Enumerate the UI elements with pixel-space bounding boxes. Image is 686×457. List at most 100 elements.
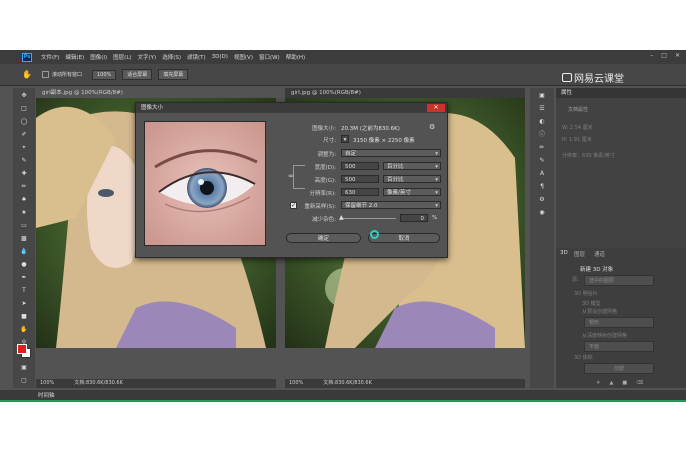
from-depth-radio[interactable]: 从深度映射创建网格 xyxy=(582,332,627,339)
gradient-tool-icon[interactable]: ▩ xyxy=(17,233,31,244)
create-button[interactable]: 创建 xyxy=(584,363,654,374)
hand-tool-icon[interactable]: ✋ xyxy=(17,324,31,335)
properties-panel-icon[interactable]: ☰ xyxy=(535,103,549,114)
resolution-unit-select[interactable]: 像素/英寸 xyxy=(383,188,441,197)
foreground-color-swatch[interactable] xyxy=(17,344,27,354)
dimensions-unit-toggle[interactable]: ▾ xyxy=(341,135,349,143)
menu-type[interactable]: 文字(Y) xyxy=(135,53,160,61)
screen-mode-icon[interactable]: ▢ xyxy=(17,375,31,386)
render-icon[interactable]: ■ xyxy=(622,380,627,386)
mesh-icon[interactable]: ▲ xyxy=(609,380,613,386)
doc-width: W: 2.54 厘米 xyxy=(562,125,593,131)
doc-size-readout: 文档:830.6K/830.6K xyxy=(74,380,123,386)
menu-image[interactable]: 图像(I) xyxy=(87,53,110,61)
minimize-icon[interactable]: – xyxy=(650,52,653,59)
zoom-100-button[interactable]: 100% xyxy=(91,69,117,80)
close-window-icon[interactable]: ✕ xyxy=(675,52,680,59)
shape-tool-icon[interactable]: ■ xyxy=(17,311,31,322)
menu-file[interactable]: 文件(F) xyxy=(38,53,62,61)
height-input[interactable]: 500 xyxy=(341,175,379,183)
brush-panel-icon[interactable]: ✏ xyxy=(535,142,549,153)
dimensions-value: 3150 像素 × 2250 像素 xyxy=(353,138,415,144)
postcard-radio[interactable]: 3D 明信片 xyxy=(574,290,598,297)
doc-resolution: 分辨率：630 像素/英寸 xyxy=(562,153,615,159)
ok-button[interactable]: 确定 xyxy=(286,233,361,243)
height-unit-select[interactable]: 百分比 xyxy=(383,175,441,184)
fill-screen-button[interactable]: 填充屏幕 xyxy=(158,69,189,80)
tool-presets-icon[interactable]: ⚙ xyxy=(535,194,549,205)
fit-to-select[interactable]: 自定 xyxy=(341,149,441,158)
fit-screen-button[interactable]: 适合屏幕 xyxy=(122,69,153,80)
lasso-tool-icon[interactable]: ◯ xyxy=(17,116,31,127)
healing-brush-tool-icon[interactable]: ✚ xyxy=(17,168,31,179)
image-size-label: 图像大小: xyxy=(312,126,336,132)
model-label: 3D 模型 xyxy=(582,301,601,307)
watermark-text: 网易云课堂 xyxy=(574,74,624,85)
history-panel-icon[interactable]: ▣ xyxy=(535,90,549,101)
slider-handle-icon[interactable]: ▲ xyxy=(339,214,344,221)
timeline-tab[interactable]: 时间轴 xyxy=(38,391,55,399)
menu-layer[interactable]: 图层(L) xyxy=(110,53,134,61)
menu-filter[interactable]: 滤镜(T) xyxy=(184,53,209,61)
character-panel-icon[interactable]: A xyxy=(535,168,549,179)
menu-3d[interactable]: 3D(D) xyxy=(209,54,231,60)
reduce-noise-input[interactable]: 0 xyxy=(400,214,428,222)
maximize-icon[interactable]: □ xyxy=(661,52,667,59)
pen-tool-icon[interactable]: ✒ xyxy=(17,272,31,283)
eraser-tool-icon[interactable]: ▭ xyxy=(17,220,31,231)
clone-source-icon[interactable]: ◉ xyxy=(535,207,549,218)
paths-panel-icon[interactable]: ✎ xyxy=(535,155,549,166)
path-select-tool-icon[interactable]: ➤ xyxy=(17,298,31,309)
resolution-input[interactable]: 630 xyxy=(341,188,379,196)
tools-panel: ✥ □ ◯ ✐ ⌖ ✎ ✚ ✏ ♠ ★ ▭ ▩ 💧 ● ✒ T ➤ ■ ✋ ⚲ … xyxy=(13,88,35,388)
source-select[interactable]: 选中的图层 xyxy=(584,275,654,286)
menu-help[interactable]: 帮助(H) xyxy=(283,53,308,61)
close-icon[interactable]: ✕ xyxy=(427,104,445,112)
type-tool-icon[interactable]: T xyxy=(17,285,31,296)
brush-tool-icon[interactable]: ✏ xyxy=(17,181,31,192)
status-bar-original: 100% 文档:830.6K/830.6K xyxy=(285,379,525,388)
resample-select[interactable]: 保留细节 2.0 xyxy=(341,201,441,210)
from-preset-radio[interactable]: 从预设创建网格 xyxy=(582,308,617,315)
move-tool-icon[interactable]: ✥ xyxy=(17,90,31,101)
tab-3d[interactable]: 3D xyxy=(560,250,568,256)
adjustments-panel-icon[interactable]: ◐ xyxy=(535,116,549,127)
menu-select[interactable]: 选择(S) xyxy=(159,53,184,61)
info-panel-icon[interactable]: ⓘ xyxy=(535,129,549,140)
right-panels: 属性 文档属性 W: 2.54 厘米 H: 1.91 厘米 分辨率：630 像素… xyxy=(556,88,686,388)
eyedropper-tool-icon[interactable]: ✎ xyxy=(17,155,31,166)
light-icon[interactable]: ☀ xyxy=(596,380,600,386)
width-input[interactable]: 500 xyxy=(341,162,379,170)
blur-tool-icon[interactable]: 💧 xyxy=(17,246,31,257)
crop-tool-icon[interactable]: ⌖ xyxy=(17,142,31,153)
trash-icon[interactable]: ⌫ xyxy=(636,380,643,386)
marquee-tool-icon[interactable]: □ xyxy=(17,103,31,114)
document-tab-original[interactable]: girl.jpg @ 100%(RGB/8#) xyxy=(285,88,525,98)
width-unit-select[interactable]: 百分比 xyxy=(383,162,441,171)
preview-area[interactable] xyxy=(144,121,266,246)
tab-channels[interactable]: 通道 xyxy=(594,250,605,258)
document-tab-copy[interactable]: girl副本.jpg @ 100%(RGB/8#) xyxy=(36,88,276,98)
tab-layers[interactable]: 图层 xyxy=(574,250,585,258)
quick-select-tool-icon[interactable]: ✐ xyxy=(17,129,31,140)
preset-select[interactable]: 帽形 xyxy=(584,317,654,328)
chain-icon[interactable]: ∞ xyxy=(288,172,294,180)
quick-mask-icon[interactable]: ▣ xyxy=(17,362,31,373)
menu-window[interactable]: 窗口(W) xyxy=(256,53,283,61)
width-label: 宽度(D): xyxy=(314,165,336,171)
scroll-all-checkbox[interactable] xyxy=(41,71,49,78)
scroll-all-label: 滚动所有窗口 xyxy=(51,72,82,78)
volume-radio[interactable]: 3D 体积 xyxy=(574,354,593,361)
menu-edit[interactable]: 编辑(E) xyxy=(62,53,87,61)
photoshop-logo: Ps xyxy=(22,52,32,62)
properties-tab[interactable]: 属性 xyxy=(556,88,686,98)
menu-view[interactable]: 视图(V) xyxy=(231,53,256,61)
dodge-tool-icon[interactable]: ● xyxy=(17,259,31,270)
stamp-tool-icon[interactable]: ♠ xyxy=(17,194,31,205)
history-brush-tool-icon[interactable]: ★ xyxy=(17,207,31,218)
paragraph-panel-icon[interactable]: ¶ xyxy=(535,181,549,192)
reduce-noise-slider[interactable] xyxy=(341,218,396,219)
doc-height: H: 1.91 厘米 xyxy=(562,137,592,143)
depth-select[interactable]: 平面 xyxy=(584,341,654,352)
settings-gear-icon[interactable]: ⚙ xyxy=(429,123,435,131)
